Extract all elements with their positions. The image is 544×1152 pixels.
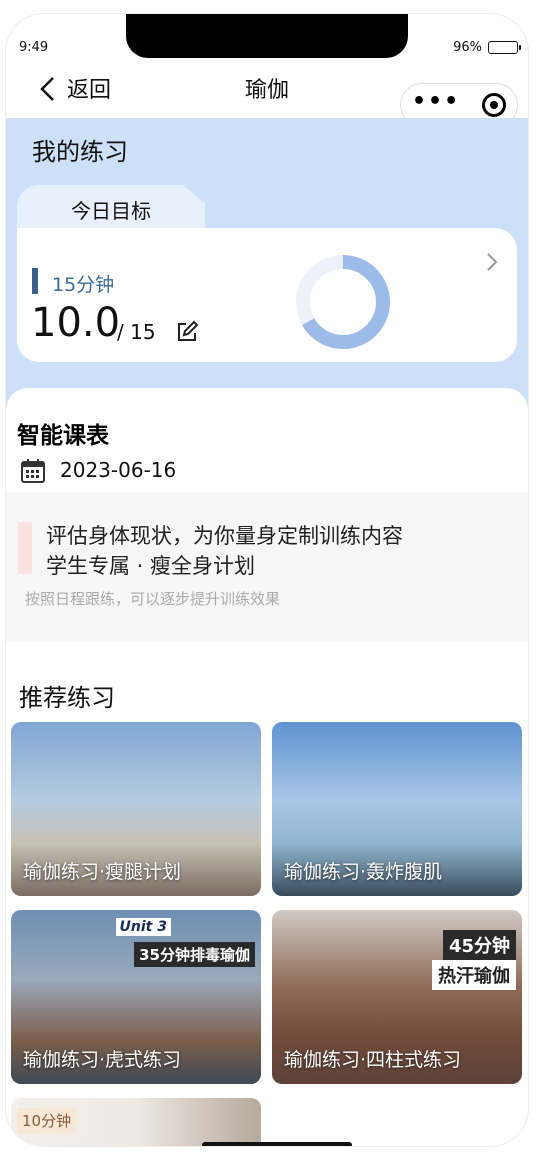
goal-accent-bar <box>32 268 38 294</box>
progress-ring <box>296 255 390 349</box>
schedule-title: 智能课表 <box>17 423 109 449</box>
recommend-card[interactable]: Unit 3 35分钟排毒瑜伽 瑜伽练习·虎式练习 <box>11 910 261 1084</box>
goal-duration: 15分钟 <box>52 274 115 296</box>
recommend-card[interactable]: 45分钟 热汗瑜伽 瑜伽练习·四柱式练习 <box>272 910 522 1084</box>
notch <box>126 14 408 58</box>
goal-total: / 15 <box>117 320 156 344</box>
recommend-card[interactable]: 瑜伽练习·瘦腿计划 <box>11 722 261 896</box>
goal-tab-label: 今日目标 <box>71 199 151 223</box>
recommend-card-caption: 瑜伽练习·四柱式练习 <box>284 1049 462 1071</box>
plan-hint: 按照日程跟练，可以逐步提升训练效果 <box>25 590 281 608</box>
unit-badge: Unit 3 <box>115 918 171 936</box>
recommend-card[interactable]: 10分钟 <box>11 1098 261 1146</box>
phone-frame: 9:49 96% 返回 瑜伽 ••• 我的练习 今日目标 15分钟 10.0 /… <box>6 14 528 1146</box>
plan-description: 评估身体现状，为你量身定制训练内容 <box>46 524 403 548</box>
navbar: 返回 瑜伽 ••• <box>6 64 528 127</box>
recommend-card-caption: 瑜伽练习·虎式练习 <box>23 1049 182 1071</box>
status-time: 9:49 <box>19 40 49 55</box>
edit-icon[interactable] <box>175 320 199 344</box>
schedule-date[interactable]: 2023-06-16 <box>60 458 176 482</box>
plan-card[interactable]: 评估身体现状，为你量身定制训练内容 学生专属 · 瘦全身计划 按照日程跟练，可以… <box>6 492 528 642</box>
recommend-card[interactable]: 瑜伽练习·轰炸腹肌 <box>272 722 522 896</box>
recommend-title: 推荐练习 <box>19 684 115 712</box>
goal-value: 10.0 <box>31 300 121 346</box>
calendar-icon <box>21 459 45 483</box>
plan-accent-bar <box>18 522 32 574</box>
duration-badge: 45分钟 <box>442 930 516 960</box>
plan-name: 学生专属 · 瘦全身计划 <box>46 554 256 578</box>
recommend-card-caption: 瑜伽练习·轰炸腹肌 <box>284 861 443 883</box>
chevron-right-icon[interactable] <box>485 250 499 274</box>
duration-badge: 35分钟排毒瑜伽 <box>134 942 255 967</box>
more-icon[interactable]: ••• <box>412 89 460 114</box>
home-indicator <box>202 1142 352 1146</box>
my-practice-title: 我的练习 <box>32 138 128 166</box>
recommend-card-caption: 瑜伽练习·瘦腿计划 <box>23 861 182 883</box>
duration-badge: 10分钟 <box>17 1108 77 1133</box>
tag-badge: 热汗瑜伽 <box>432 960 516 990</box>
goal-card[interactable]: 15分钟 10.0 / 15 <box>17 228 517 362</box>
status-battery: 96% <box>453 40 521 55</box>
close-target-icon[interactable] <box>482 93 507 117</box>
battery-icon <box>488 41 521 54</box>
battery-percent: 96% <box>453 40 482 55</box>
